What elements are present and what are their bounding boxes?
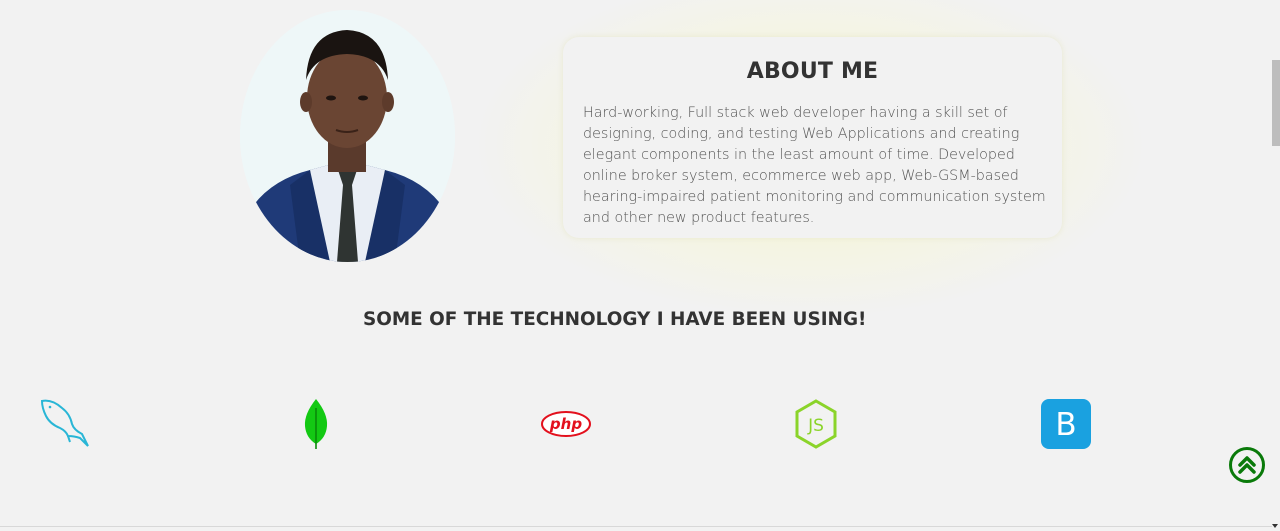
person-portrait-image: [240, 10, 455, 262]
page-bottom-divider: [0, 526, 1272, 527]
scroll-to-top-button[interactable]: [1229, 447, 1265, 483]
mongodb-leaf-icon: [290, 398, 342, 450]
scroll-down-arrow-icon[interactable]: [1272, 524, 1278, 528]
bootstrap-icon-label: B: [1055, 407, 1076, 443]
double-chevron-up-icon: [1238, 456, 1256, 474]
technology-heading: SOME OF THE TECHNOLOGY I HAVE BEEN USING…: [363, 309, 867, 330]
about-title: ABOUT ME: [746, 59, 879, 84]
about-card: ABOUT ME Hard-working, Full stack web de…: [563, 37, 1062, 238]
scrollbar-thumb[interactable]: [1272, 60, 1280, 146]
bootstrap-icon: B: [1040, 398, 1092, 450]
php-icon-label: php: [549, 415, 582, 433]
mysql-dolphin-icon: [38, 398, 90, 450]
nodejs-icon-label: JS: [807, 416, 824, 436]
php-icon: php: [540, 398, 592, 450]
about-description: Hard-working, Full stack web developer h…: [583, 105, 1046, 226]
nodejs-icon: JS: [790, 398, 842, 450]
profile-photo: [240, 10, 455, 262]
